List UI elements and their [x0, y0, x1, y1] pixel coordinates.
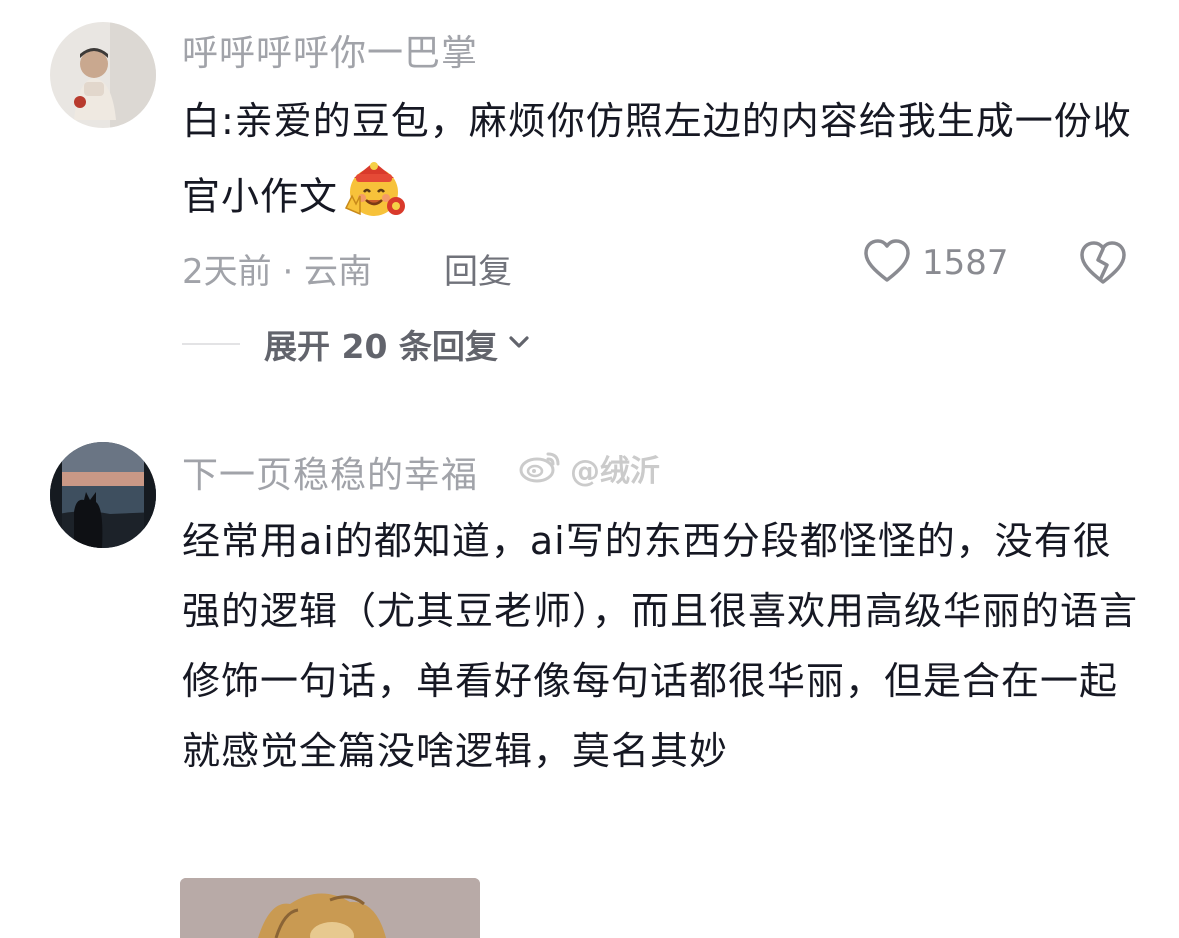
heart-icon	[862, 238, 912, 288]
watermark: @绒沂	[518, 446, 660, 490]
celebration-face-emoji-icon	[342, 156, 410, 242]
comment-time-location: 2天前 · 云南	[182, 252, 373, 292]
comment-text: 白:亲爱的豆包，麻烦你仿照左边的内容给我生成一份收官小作文	[182, 86, 1142, 242]
expand-replies-label[interactable]: 展开 20 条回复	[264, 320, 498, 368]
avatar[interactable]	[50, 22, 156, 128]
reply-button[interactable]: 回复	[444, 244, 512, 293]
comment-text-content: 白:亲爱的豆包，麻烦你仿照左边的内容给我生成一份收官小作文	[182, 99, 1132, 219]
comment-meta: 2天前 · 云南 回复 1587	[182, 238, 1142, 292]
dislike-button[interactable]	[1078, 240, 1128, 290]
weibo-icon	[518, 448, 562, 488]
comment-image[interactable]	[180, 878, 480, 938]
broken-heart-icon	[1078, 241, 1128, 290]
watermark-text: @绒沂	[570, 454, 660, 489]
comment-text: 经常用ai的都知道，ai写的东西分段都怪怪的，没有很强的逻辑（尤其豆老师），而且…	[182, 519, 1139, 773]
chevron-down-icon	[506, 329, 532, 359]
comment-item: 呼呼呼呼你一巴掌 白:亲爱的豆包，麻烦你仿照左边的内容给我生成一份收官小作文 2…	[0, 0, 1179, 400]
divider	[182, 343, 240, 345]
expand-replies[interactable]: 展开 20 条回复	[182, 324, 532, 366]
username[interactable]: 下一页稳稳的幸福	[182, 446, 478, 498]
username[interactable]: 呼呼呼呼你一巴掌	[182, 24, 478, 76]
avatar[interactable]	[50, 442, 156, 548]
like-button[interactable]: 1587	[862, 238, 1009, 288]
like-count: 1587	[922, 243, 1009, 283]
